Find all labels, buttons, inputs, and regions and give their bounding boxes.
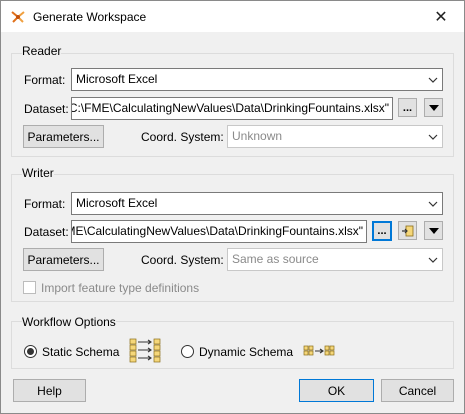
generate-workspace-dialog: Generate Workspace ✕ Reader Format: Micr… [0, 0, 465, 414]
dynamic-schema-icon [303, 345, 335, 356]
title-bar: Generate Workspace ✕ [1, 1, 464, 32]
reader-format-label: Format: [24, 73, 66, 87]
reader-coord-select[interactable]: Unknown [227, 125, 443, 148]
reader-format-value: Microsoft Excel [76, 72, 158, 86]
workflow-options-label: Workflow Options [22, 315, 116, 329]
writer-dataset-dropdown-button[interactable] [424, 221, 443, 240]
triangle-down-icon [428, 227, 439, 234]
writer-browse-button[interactable]: ... [372, 221, 392, 241]
fme-app-icon [11, 11, 25, 23]
reader-group-label: Reader [22, 44, 62, 58]
window-title: Generate Workspace [33, 10, 147, 24]
reader-dataset-input[interactable]: C:\FME\CalculatingNewValues\Data\Drinkin… [71, 97, 393, 120]
reader-dataset-label: Dataset: [24, 102, 69, 116]
writer-dataset-options-button[interactable] [398, 221, 417, 240]
chevron-down-icon [424, 193, 442, 214]
writer-dataset-value: C:\FME\CalculatingNewValues\Data\Drinkin… [71, 224, 363, 238]
reader-dataset-value: C:\FME\CalculatingNewValues\Data\Drinkin… [71, 101, 389, 115]
writer-format-select[interactable]: Microsoft Excel [71, 192, 443, 215]
cancel-button[interactable]: Cancel [381, 379, 454, 402]
static-schema-label: Static Schema [42, 345, 120, 359]
chevron-down-icon [424, 69, 442, 90]
help-button[interactable]: Help [13, 379, 86, 402]
triangle-down-icon [428, 104, 439, 111]
chevron-down-icon [424, 249, 442, 270]
writer-dataset-input[interactable]: C:\FME\CalculatingNewValues\Data\Drinkin… [71, 220, 367, 243]
writer-group-label: Writer [22, 166, 54, 180]
writer-dataset-label: Dataset: [24, 225, 69, 239]
static-schema-icon [129, 338, 161, 363]
writer-format-label: Format: [24, 197, 66, 211]
reader-coord-value: Unknown [232, 129, 283, 143]
import-folder-icon [401, 225, 413, 236]
reader-coord-label: Coord. System: [141, 130, 224, 144]
reader-browse-button[interactable]: ... [398, 98, 417, 117]
reader-format-select[interactable]: Microsoft Excel [71, 68, 443, 91]
writer-parameters-button[interactable]: Parameters... [23, 248, 104, 271]
import-feature-types-checkbox[interactable] [23, 281, 36, 294]
reader-parameters-button[interactable]: Parameters... [23, 125, 104, 148]
static-schema-radio[interactable] [24, 345, 37, 358]
reader-dataset-dropdown-button[interactable] [424, 98, 443, 117]
chevron-down-icon [424, 126, 442, 147]
writer-coord-select[interactable]: Same as source [227, 248, 443, 271]
import-feature-types-label: Import feature type definitions [41, 281, 200, 295]
ok-button[interactable]: OK [299, 379, 374, 402]
writer-coord-value: Same as source [232, 252, 319, 266]
writer-format-value: Microsoft Excel [76, 196, 158, 210]
dynamic-schema-radio[interactable] [181, 345, 194, 358]
writer-coord-label: Coord. System: [141, 253, 224, 267]
close-icon[interactable]: ✕ [418, 1, 464, 32]
dynamic-schema-label: Dynamic Schema [199, 345, 294, 359]
